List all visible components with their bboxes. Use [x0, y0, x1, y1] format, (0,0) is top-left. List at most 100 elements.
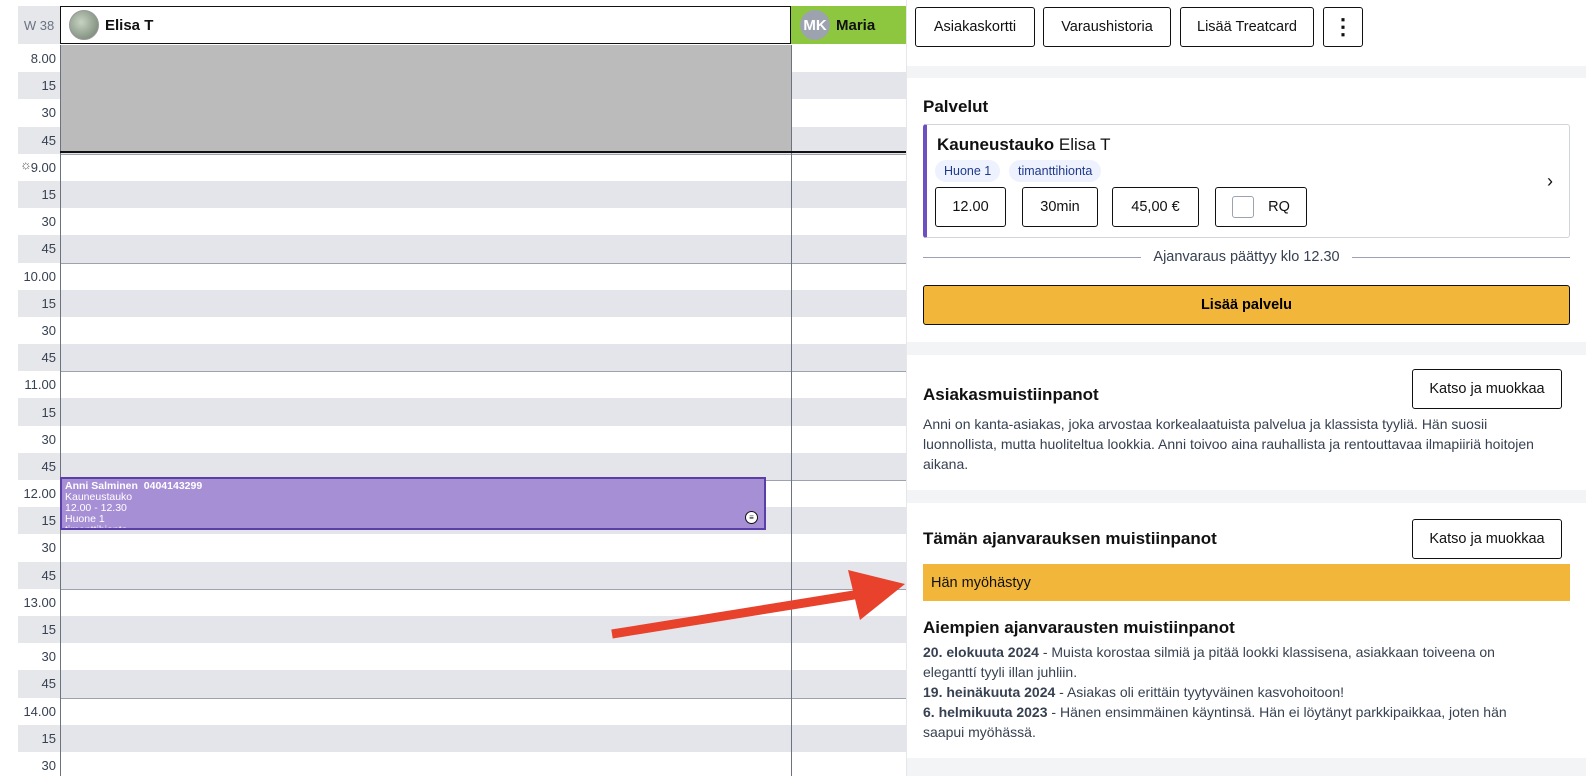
appointment-room: Huone 1 — [65, 513, 105, 525]
time-slot[interactable] — [60, 724, 906, 752]
time-slot[interactable] — [60, 344, 906, 372]
calendar-grid[interactable] — [60, 45, 906, 776]
customer-notes-title: Asiakasmuistiinpanot — [923, 385, 1099, 404]
time-label: 15 — [18, 180, 60, 209]
time-slot[interactable] — [60, 615, 906, 644]
appointment-service: Kauneustauko — [65, 491, 133, 503]
previous-notes-list: 20. elokuuta 2024 - Muista korostaa silm… — [923, 642, 1543, 742]
services-title: Palvelut — [923, 97, 989, 116]
room-tag: Huone 1 — [935, 160, 1001, 182]
time-slot[interactable] — [60, 643, 906, 670]
clipboard-icon: ≡ — [745, 511, 758, 524]
time-slot[interactable] — [60, 262, 906, 290]
time-label: 45 — [18, 235, 60, 263]
time-label: 15 — [18, 724, 60, 752]
price-field[interactable]: 45,00 € — [1112, 187, 1199, 227]
time-slot[interactable] — [60, 561, 906, 589]
week-label: W 38 — [18, 6, 60, 44]
rq-checkbox[interactable] — [1232, 196, 1255, 218]
customer-notes-text: Anni on kanta-asiakas, joka arvostaa kor… — [923, 416, 1534, 472]
action-bar: Asiakaskortti Varaushistoria Lisää Treat… — [907, 0, 1586, 66]
time-label: 45 — [18, 344, 60, 372]
booking-note: Hän myöhästyy — [923, 564, 1570, 601]
appointment-time: 12.00 - 12.30 — [65, 502, 127, 514]
time-slot[interactable] — [60, 534, 906, 561]
rq-toggle[interactable]: RQ — [1215, 187, 1307, 227]
time-label: 45 — [18, 670, 60, 698]
time-label: 30 — [41, 649, 56, 665]
current-time-line — [60, 151, 906, 153]
time-slot[interactable] — [60, 670, 906, 698]
time-label: 45 — [18, 126, 60, 154]
time-slot[interactable] — [60, 235, 906, 263]
service-name: Kauneustauko — [937, 135, 1055, 154]
appointment-block[interactable]: Anni Salminen 0404143299 Kauneustauko 12… — [60, 477, 766, 530]
service-title: Kauneustauko Elisa T — [937, 135, 1111, 155]
booking-notes-title: Tämän ajanvarauksen muistiinpanot — [923, 529, 1217, 548]
duration-field[interactable]: 30min — [1022, 187, 1098, 227]
sun-icon: ☼ — [20, 157, 32, 172]
time-label: 15 — [18, 507, 60, 535]
booking-end-text: Ajanvaraus päättyy klo 12.30 — [1153, 249, 1340, 265]
time-slot[interactable] — [60, 289, 906, 317]
avatar: MK — [800, 10, 830, 40]
time-label: 30 — [41, 431, 56, 447]
appointment-phone: 0404143299 — [143, 480, 203, 492]
time-slot[interactable] — [60, 180, 906, 209]
time-label: 12.00 — [23, 486, 56, 502]
time-label: 30 — [41, 322, 56, 338]
edit-customer-notes-button[interactable]: Katso ja muokkaa — [1412, 369, 1562, 409]
time-label: 45 — [18, 452, 60, 480]
add-service-button[interactable]: Lisää palvelu — [923, 285, 1570, 325]
time-label: 15 — [18, 398, 60, 426]
booking-end-divider: Ajanvaraus päättyy klo 12.30 — [923, 247, 1571, 267]
time-label: 30 — [41, 757, 56, 773]
time-slot[interactable] — [60, 588, 906, 616]
time-label: 15 — [18, 72, 60, 100]
time-label: 30 — [41, 105, 56, 121]
list-item: 20. elokuuta 2024 - Muista korostaa silm… — [923, 644, 1495, 680]
chevron-right-icon[interactable]: › — [1547, 171, 1553, 192]
time-label: 45 — [18, 561, 60, 589]
start-time-field[interactable]: 12.00 — [935, 187, 1006, 227]
list-item: 6. helmikuuta 2023 - Hänen ensimmäinen k… — [923, 704, 1507, 740]
time-label: 13.00 — [23, 594, 56, 610]
time-slot[interactable] — [60, 153, 906, 181]
time-label: 30 — [41, 214, 56, 230]
time-slot[interactable] — [60, 371, 906, 398]
avatar — [69, 10, 99, 40]
previous-notes-title: Aiempien ajanvarausten muistiinpanot — [923, 618, 1235, 637]
more-options-button[interactable]: ⋮ — [1323, 7, 1363, 47]
time-slot[interactable] — [60, 208, 906, 235]
time-label: 30 — [41, 540, 56, 556]
time-slot[interactable] — [60, 452, 906, 480]
staff-name: Elisa T — [105, 16, 154, 34]
appointment-extra: timanttihionta — [65, 524, 128, 530]
blocked-time — [60, 45, 791, 153]
booking-history-button[interactable]: Varaushistoria — [1043, 7, 1171, 47]
time-label: 10.00 — [23, 268, 56, 284]
edit-booking-notes-button[interactable]: Katso ja muokkaa — [1412, 519, 1562, 559]
customer-notes-card: Asiakasmuistiinpanot Katso ja muokkaa An… — [907, 355, 1586, 490]
staff-header-elisa[interactable]: Elisa T — [60, 6, 791, 44]
column-divider — [60, 45, 61, 776]
customer-card-button[interactable]: Asiakaskortti — [915, 7, 1035, 47]
time-slot[interactable] — [60, 398, 906, 426]
time-slot[interactable] — [60, 697, 906, 725]
time-column: 8.00 15 30 45 9.00 15 30 45 10.00 15 30 45 11.00 15 30… — [18, 45, 60, 776]
time-slot[interactable] — [60, 752, 906, 776]
time-label: 8.00 — [30, 51, 56, 67]
time-label: 15 — [18, 615, 60, 644]
rq-label: RQ — [1268, 199, 1290, 215]
time-label: 14.00 — [23, 703, 56, 719]
add-treatcard-button[interactable]: Lisää Treatcard — [1180, 7, 1314, 47]
time-label: 11.00 — [24, 377, 56, 393]
staff-header-maria[interactable]: MK Maria — [791, 6, 906, 44]
booking-panel: Asiakaskortti Varaushistoria Lisää Treat… — [906, 0, 1586, 776]
time-slot[interactable] — [60, 426, 906, 453]
time-slot[interactable] — [60, 317, 906, 344]
column-divider — [791, 45, 792, 776]
service-item[interactable]: Kauneustauko Elisa T Huone 1 timanttihio… — [923, 124, 1570, 238]
treatment-tag: timanttihionta — [1009, 160, 1102, 182]
time-label: 15 — [18, 289, 60, 317]
